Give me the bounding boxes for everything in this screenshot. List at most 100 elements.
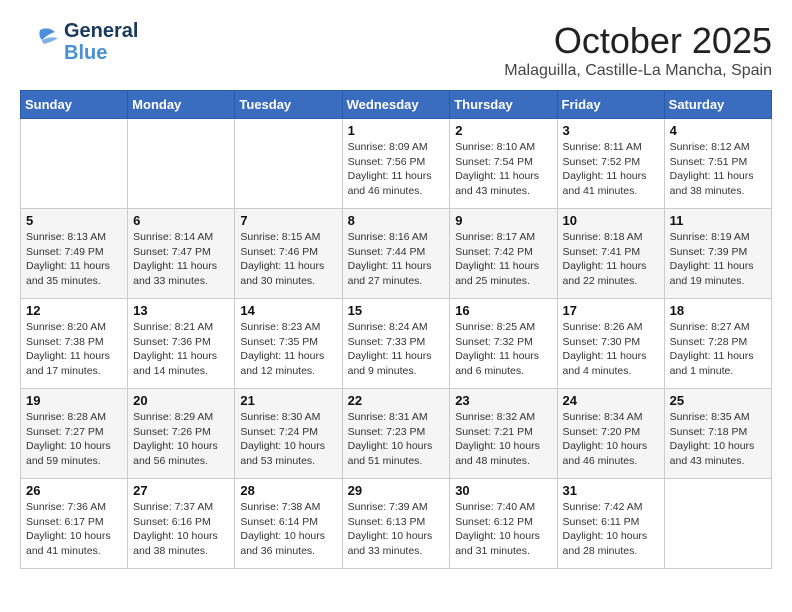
day-number: 29 xyxy=(348,483,445,498)
weekday-header: Sunday xyxy=(21,91,128,119)
day-number: 17 xyxy=(563,303,659,318)
month-title: October 2025 xyxy=(504,20,772,62)
day-info: Sunrise: 8:26 AM Sunset: 7:30 PM Dayligh… xyxy=(563,320,659,379)
day-info: Sunrise: 7:37 AM Sunset: 6:16 PM Dayligh… xyxy=(133,500,229,559)
week-row: 19 Sunrise: 8:28 AM Sunset: 7:27 PM Dayli… xyxy=(21,389,772,479)
day-info: Sunrise: 7:42 AM Sunset: 6:11 PM Dayligh… xyxy=(563,500,659,559)
calendar-cell: 10 Sunrise: 8:18 AM Sunset: 7:41 PM Dayli… xyxy=(557,209,664,299)
day-info: Sunrise: 8:25 AM Sunset: 7:32 PM Dayligh… xyxy=(455,320,551,379)
calendar-cell: 23Sunrise: 8:32 AM Sunset: 7:21 PM Dayli… xyxy=(450,389,557,479)
day-info: Sunrise: 8:27 AM Sunset: 7:28 PM Dayligh… xyxy=(670,320,766,379)
week-row: 1 Sunrise: 8:09 AM Sunset: 7:56 PM Daylig… xyxy=(21,119,772,209)
calendar-cell xyxy=(664,479,771,569)
calendar-cell: 4 Sunrise: 8:12 AM Sunset: 7:51 PM Daylig… xyxy=(664,119,771,209)
calendar-cell: 3 Sunrise: 8:11 AM Sunset: 7:52 PM Daylig… xyxy=(557,119,664,209)
day-info: Sunrise: 8:18 AM Sunset: 7:41 PM Dayligh… xyxy=(563,230,659,289)
day-info: Sunrise: 8:09 AM Sunset: 7:56 PM Dayligh… xyxy=(348,140,445,199)
calendar-cell: 26 Sunrise: 7:36 AM Sunset: 6:17 PM Dayli… xyxy=(21,479,128,569)
day-info: Sunrise: 7:39 AM Sunset: 6:13 PM Dayligh… xyxy=(348,500,445,559)
day-number: 1 xyxy=(348,123,445,138)
day-number: 5 xyxy=(26,213,122,228)
logo-icon xyxy=(20,22,60,62)
day-number: 31 xyxy=(563,483,659,498)
day-info: Sunrise: 8:13 AM Sunset: 7:49 PM Dayligh… xyxy=(26,230,122,289)
day-number: 18 xyxy=(670,303,766,318)
day-info: Sunrise: 7:36 AM Sunset: 6:17 PM Dayligh… xyxy=(26,500,122,559)
weekday-header: Wednesday xyxy=(342,91,450,119)
calendar-cell: 12 Sunrise: 8:20 AM Sunset: 7:38 PM Dayli… xyxy=(21,299,128,389)
calendar-cell: 27 Sunrise: 7:37 AM Sunset: 6:16 PM Dayli… xyxy=(128,479,235,569)
calendar-cell: 13 Sunrise: 8:21 AM Sunset: 7:36 PM Dayli… xyxy=(128,299,235,389)
day-number: 19 xyxy=(26,393,122,408)
day-info: Sunrise: 8:12 AM Sunset: 7:51 PM Dayligh… xyxy=(670,140,766,199)
day-number: 6 xyxy=(133,213,229,228)
day-info: Sunrise: 8:30 AM Sunset: 7:24 PM Dayligh… xyxy=(240,410,336,469)
calendar-cell: 2 Sunrise: 8:10 AM Sunset: 7:54 PM Daylig… xyxy=(450,119,557,209)
calendar-cell: 19 Sunrise: 8:28 AM Sunset: 7:27 PM Dayli… xyxy=(21,389,128,479)
day-number: 7 xyxy=(240,213,336,228)
calendar-cell: 29 Sunrise: 7:39 AM Sunset: 6:13 PM Dayli… xyxy=(342,479,450,569)
day-info: Sunrise: 8:10 AM Sunset: 7:54 PM Dayligh… xyxy=(455,140,551,199)
title-section: October 2025 Malaguilla, Castille-La Man… xyxy=(504,20,772,80)
day-number: 11 xyxy=(670,213,766,228)
calendar-cell: 25 Sunrise: 8:35 AM Sunset: 7:18 PM Dayli… xyxy=(664,389,771,479)
day-info: Sunrise: 8:21 AM Sunset: 7:36 PM Dayligh… xyxy=(133,320,229,379)
week-row: 5 Sunrise: 8:13 AM Sunset: 7:49 PM Daylig… xyxy=(21,209,772,299)
weekday-header-row: SundayMondayTuesdayWednesdayThursdayFrid… xyxy=(21,91,772,119)
calendar-cell: 30 Sunrise: 7:40 AM Sunset: 6:12 PM Dayli… xyxy=(450,479,557,569)
day-number: 26 xyxy=(26,483,122,498)
day-info: Sunrise: 8:23 AM Sunset: 7:35 PM Dayligh… xyxy=(240,320,336,379)
weekday-header: Saturday xyxy=(664,91,771,119)
calendar-cell xyxy=(235,119,342,209)
day-number: 22 xyxy=(348,393,445,408)
week-row: 12 Sunrise: 8:20 AM Sunset: 7:38 PM Dayli… xyxy=(21,299,772,389)
day-info: Sunrise: 8:28 AM Sunset: 7:27 PM Dayligh… xyxy=(26,410,122,469)
day-number: 9 xyxy=(455,213,551,228)
day-info: Sunrise: 8:20 AM Sunset: 7:38 PM Dayligh… xyxy=(26,320,122,379)
calendar-cell: 16 Sunrise: 8:25 AM Sunset: 7:32 PM Dayli… xyxy=(450,299,557,389)
day-info: Sunrise: 8:15 AM Sunset: 7:46 PM Dayligh… xyxy=(240,230,336,289)
calendar-cell xyxy=(21,119,128,209)
day-number: 12 xyxy=(26,303,122,318)
day-info: Sunrise: 8:16 AM Sunset: 7:44 PM Dayligh… xyxy=(348,230,445,289)
day-info: Sunrise: 8:31 AM Sunset: 7:23 PM Dayligh… xyxy=(348,410,445,469)
day-number: 30 xyxy=(455,483,551,498)
day-number: 25 xyxy=(670,393,766,408)
logo: General Blue xyxy=(20,20,138,64)
day-number: 16 xyxy=(455,303,551,318)
day-number: 20 xyxy=(133,393,229,408)
day-number: 27 xyxy=(133,483,229,498)
day-number: 13 xyxy=(133,303,229,318)
day-info: Sunrise: 8:14 AM Sunset: 7:47 PM Dayligh… xyxy=(133,230,229,289)
calendar-cell: 6 Sunrise: 8:14 AM Sunset: 7:47 PM Daylig… xyxy=(128,209,235,299)
day-info: Sunrise: 8:35 AM Sunset: 7:18 PM Dayligh… xyxy=(670,410,766,469)
calendar-cell: 5 Sunrise: 8:13 AM Sunset: 7:49 PM Daylig… xyxy=(21,209,128,299)
calendar-cell: 17 Sunrise: 8:26 AM Sunset: 7:30 PM Dayli… xyxy=(557,299,664,389)
day-number: 4 xyxy=(670,123,766,138)
calendar-cell: 24 Sunrise: 8:34 AM Sunset: 7:20 PM Dayli… xyxy=(557,389,664,479)
header: General Blue October 2025 Malaguilla, Ca… xyxy=(20,20,772,80)
calendar-cell: 20Sunrise: 8:29 AM Sunset: 7:26 PM Dayli… xyxy=(128,389,235,479)
logo-line1: General xyxy=(64,20,138,42)
day-number: 10 xyxy=(563,213,659,228)
calendar-cell: 15Sunrise: 8:24 AM Sunset: 7:33 PM Dayli… xyxy=(342,299,450,389)
calendar-cell: 28Sunrise: 7:38 AM Sunset: 6:14 PM Dayli… xyxy=(235,479,342,569)
day-number: 15 xyxy=(348,303,445,318)
calendar-cell: 9Sunrise: 8:17 AM Sunset: 7:42 PM Daylig… xyxy=(450,209,557,299)
calendar-table: SundayMondayTuesdayWednesdayThursdayFrid… xyxy=(20,90,772,569)
day-number: 24 xyxy=(563,393,659,408)
calendar-cell: 8Sunrise: 8:16 AM Sunset: 7:44 PM Daylig… xyxy=(342,209,450,299)
day-info: Sunrise: 8:11 AM Sunset: 7:52 PM Dayligh… xyxy=(563,140,659,199)
day-number: 21 xyxy=(240,393,336,408)
day-info: Sunrise: 8:34 AM Sunset: 7:20 PM Dayligh… xyxy=(563,410,659,469)
day-info: Sunrise: 8:32 AM Sunset: 7:21 PM Dayligh… xyxy=(455,410,551,469)
day-number: 14 xyxy=(240,303,336,318)
calendar-cell: 22 Sunrise: 8:31 AM Sunset: 7:23 PM Dayli… xyxy=(342,389,450,479)
day-info: Sunrise: 7:40 AM Sunset: 6:12 PM Dayligh… xyxy=(455,500,551,559)
day-number: 28 xyxy=(240,483,336,498)
calendar-cell: 18 Sunrise: 8:27 AM Sunset: 7:28 PM Dayli… xyxy=(664,299,771,389)
calendar-cell: 21 Sunrise: 8:30 AM Sunset: 7:24 PM Dayli… xyxy=(235,389,342,479)
day-number: 2 xyxy=(455,123,551,138)
calendar-cell xyxy=(128,119,235,209)
day-number: 3 xyxy=(563,123,659,138)
